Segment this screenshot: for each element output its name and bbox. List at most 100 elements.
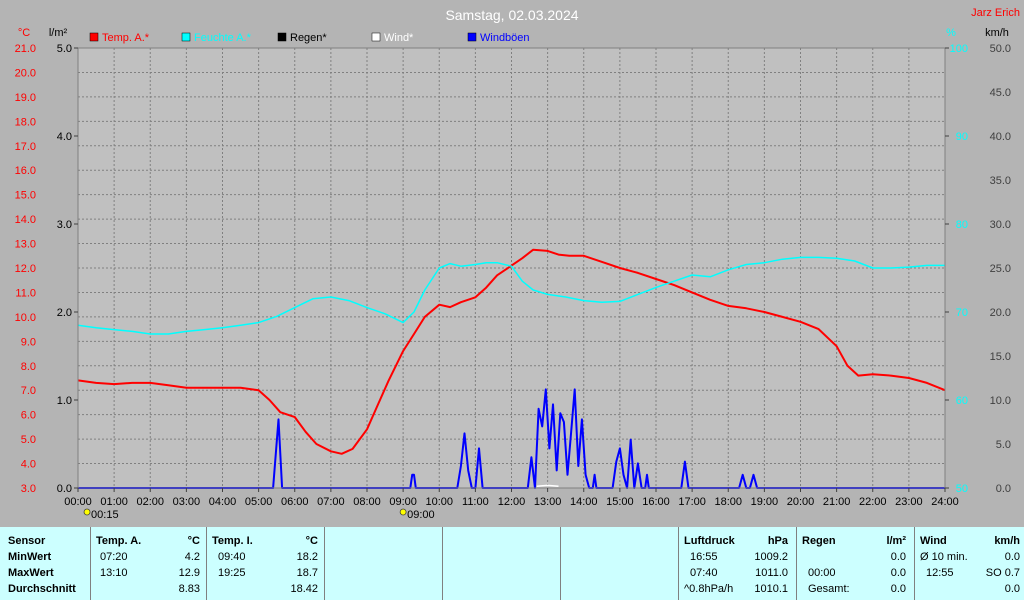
x-tick-label: 18:00 bbox=[714, 496, 742, 508]
pressure-unit: hPa bbox=[767, 535, 788, 547]
pressure-trend: ^0.8hPa/h bbox=[684, 583, 734, 595]
col-divider bbox=[324, 527, 325, 600]
sun-marker-label: 09:00 bbox=[407, 509, 435, 521]
x-tick-label: 16:00 bbox=[642, 496, 670, 508]
col-divider bbox=[90, 527, 91, 600]
x-tick-label: 09:00 bbox=[389, 496, 417, 508]
sensor-header: Sensor bbox=[8, 535, 46, 547]
wind-unit-label: km/h bbox=[985, 27, 1009, 39]
temp-tick-label: 3.0 bbox=[21, 483, 36, 495]
hum-unit-label: % bbox=[946, 27, 956, 39]
col-divider bbox=[560, 527, 561, 600]
temp-i-avg: 18.42 bbox=[290, 583, 318, 595]
rain-tick-label: 4.0 bbox=[57, 131, 72, 143]
rain-unit: l/m² bbox=[886, 535, 906, 547]
rain-header: Regen bbox=[802, 535, 836, 547]
wind-header: Wind bbox=[920, 535, 947, 547]
wind-tick-label: 30.0 bbox=[990, 219, 1011, 231]
x-tick-label: 11:00 bbox=[462, 496, 489, 508]
temp-tick-label: 4.0 bbox=[21, 459, 36, 471]
x-tick-label: 00:00 bbox=[64, 496, 92, 508]
rain-unit-label: l/m² bbox=[49, 27, 68, 39]
x-tick-label: 04:00 bbox=[209, 496, 237, 508]
x-tick-label: 06:00 bbox=[281, 496, 309, 508]
wind-max-value: SO 0.7 bbox=[985, 567, 1020, 579]
legend-label: Wind* bbox=[384, 32, 414, 44]
wind-tick-label: 15.0 bbox=[990, 351, 1011, 363]
wind-max-time: 12:55 bbox=[926, 567, 954, 579]
temp-unit-label: °C bbox=[18, 27, 30, 39]
hum-tick-label: 70 bbox=[956, 307, 968, 319]
rain-r2-time: 00:00 bbox=[808, 567, 836, 579]
legend-label: Feuchte A.* bbox=[194, 32, 252, 44]
x-tick-label: 08:00 bbox=[353, 496, 381, 508]
temp-i-max-time: 19:25 bbox=[218, 567, 246, 579]
temp-i-unit: °C bbox=[305, 535, 318, 547]
wind-avg-value: 0.0 bbox=[1004, 551, 1020, 563]
wind-tick-label: 50.0 bbox=[990, 43, 1011, 55]
x-tick-label: 21:00 bbox=[823, 496, 851, 508]
x-tick-label: 02:00 bbox=[136, 496, 164, 508]
temp-a-min-time: 07:20 bbox=[100, 551, 128, 563]
legend-swatch bbox=[371, 32, 381, 42]
sun-marker-label: 00:15 bbox=[91, 509, 119, 521]
temp-tick-label: 7.0 bbox=[21, 385, 36, 397]
x-tick-label: 23:00 bbox=[895, 496, 923, 508]
wind-tick-label: 10.0 bbox=[990, 395, 1011, 407]
row-label-max: MaxWert bbox=[8, 567, 54, 579]
temp-tick-label: 13.0 bbox=[15, 239, 36, 251]
wind-tick-label: 5.0 bbox=[996, 439, 1011, 451]
pressure-header: Luftdruck bbox=[684, 535, 735, 547]
rain-tick-label: 1.0 bbox=[57, 395, 72, 407]
wind-r3-value: 0.0 bbox=[1004, 583, 1020, 595]
hum-tick-label: 100 bbox=[950, 43, 968, 55]
temp-tick-label: 19.0 bbox=[15, 92, 36, 104]
temp-a-header: Temp. A. bbox=[96, 535, 142, 547]
legend-label: Windböen bbox=[480, 32, 530, 44]
temp-tick-label: 14.0 bbox=[15, 214, 36, 226]
hum-tick-label: 90 bbox=[956, 131, 968, 143]
pressure-r1-value: 1009.2 bbox=[754, 551, 788, 563]
x-tick-label: 13:00 bbox=[534, 496, 562, 508]
pressure-r2-time: 07:40 bbox=[690, 567, 718, 579]
rain-tick-label: 3.0 bbox=[57, 219, 72, 231]
x-tick-label: 20:00 bbox=[787, 496, 815, 508]
temp-tick-label: 11.0 bbox=[15, 287, 36, 299]
col-divider bbox=[796, 527, 797, 600]
x-tick-label: 07:00 bbox=[317, 496, 345, 508]
col-divider bbox=[206, 527, 207, 600]
x-tick-label: 10:00 bbox=[425, 496, 453, 508]
x-tick-label: 14:00 bbox=[570, 496, 598, 508]
x-tick-label: 05:00 bbox=[245, 496, 273, 508]
temp-tick-label: 21.0 bbox=[15, 43, 36, 55]
x-tick-label: 24:00 bbox=[931, 496, 959, 508]
weather-chart: 00:00 01:00 02:00 03:00 04:00 05:00 06:00 07:00… bbox=[0, 0, 1024, 527]
temp-tick-label: 12.0 bbox=[15, 263, 36, 275]
row-label-avg: Durchschnitt bbox=[8, 583, 76, 595]
author-label: Jarz Erich bbox=[971, 7, 1020, 19]
col-divider bbox=[442, 527, 443, 600]
temp-a-avg: 8.83 bbox=[178, 583, 200, 595]
wind-tick-label: 20.0 bbox=[990, 307, 1011, 319]
temp-tick-label: 10.0 bbox=[15, 312, 36, 324]
temp-i-min-time: 09:40 bbox=[218, 551, 246, 563]
sun-marker-icon bbox=[83, 508, 91, 516]
temp-tick-label: 6.0 bbox=[21, 410, 36, 422]
chart-title: Samstag, 02.03.2024 bbox=[445, 7, 578, 23]
rain-tick-label: 5.0 bbox=[57, 43, 72, 55]
wind-tick-label: 45.0 bbox=[990, 87, 1011, 99]
hum-tick-label: 60 bbox=[956, 395, 968, 407]
temp-a-max-time: 13:10 bbox=[100, 567, 128, 579]
pressure-r2-value: 1011.0 bbox=[755, 567, 788, 579]
rain-r2-value: 0.0 bbox=[890, 567, 906, 579]
x-tick-label: 19:00 bbox=[751, 496, 779, 508]
temp-a-min-value: 4.2 bbox=[184, 551, 200, 563]
temp-tick-label: 17.0 bbox=[15, 141, 36, 153]
legend-swatch bbox=[277, 32, 287, 42]
rain-r1-value: 0.0 bbox=[890, 551, 906, 563]
stats-table: Sensor MinWert MaxWert Durchschnitt Temp… bbox=[0, 527, 1024, 600]
x-tick-label: 12:00 bbox=[498, 496, 526, 508]
wind-tick-label: 40.0 bbox=[990, 131, 1011, 143]
legend-swatch bbox=[89, 32, 99, 42]
temp-i-min-value: 18.2 bbox=[296, 551, 318, 563]
